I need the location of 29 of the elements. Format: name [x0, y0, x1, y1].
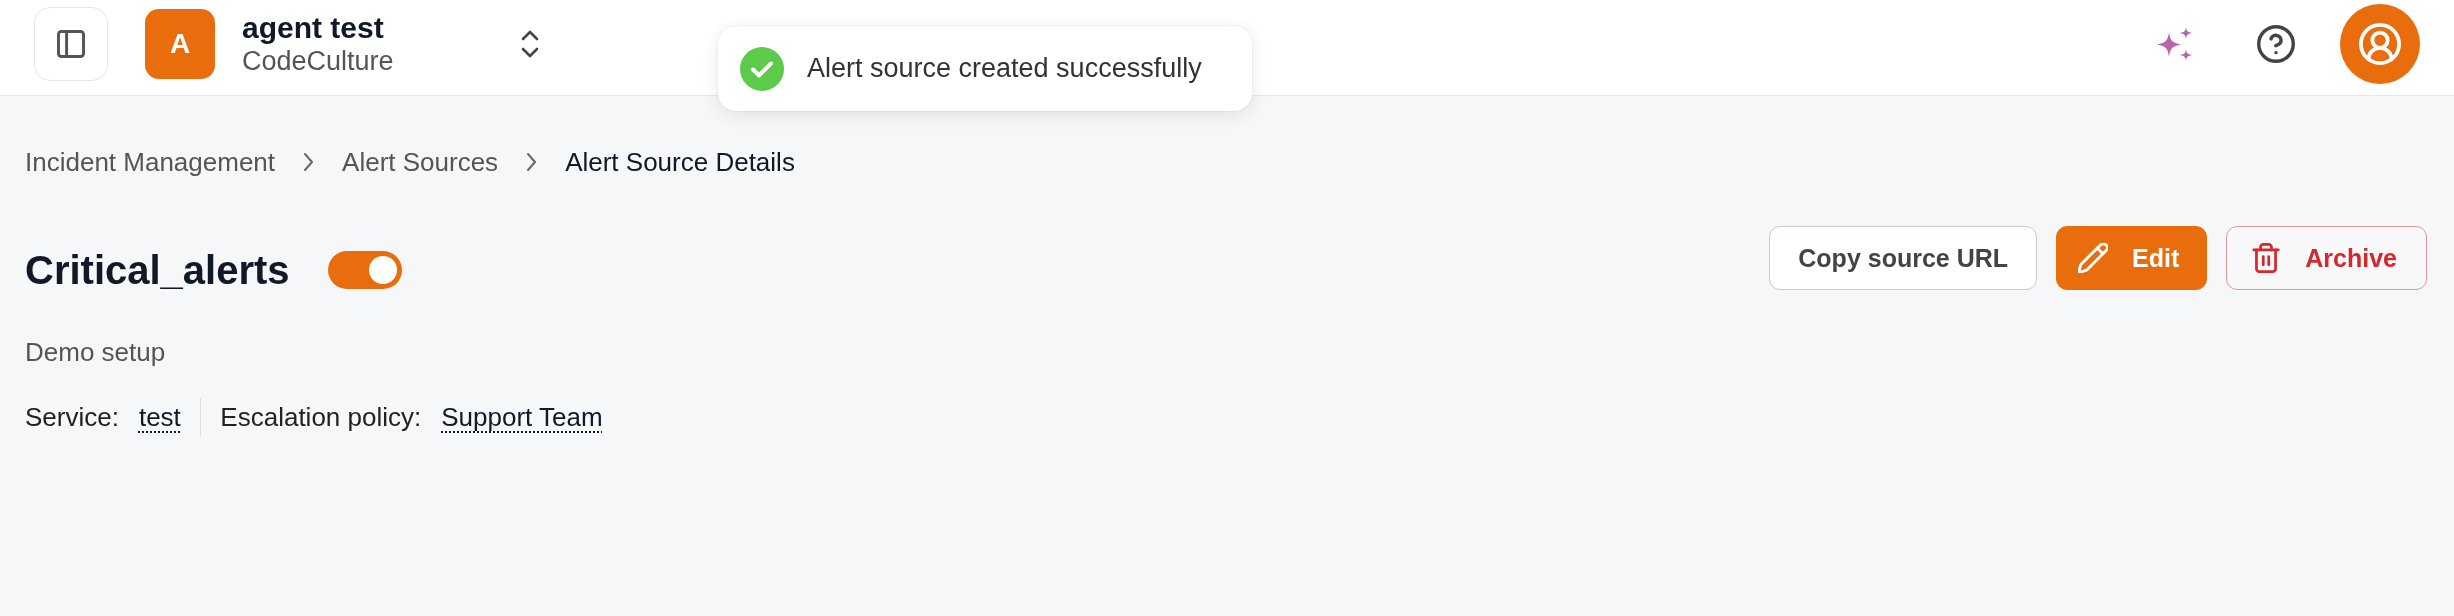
breadcrumb-current: Alert Source Details	[565, 146, 795, 178]
meta-value-link[interactable]: test	[138, 401, 181, 433]
meta-label: Service:	[25, 401, 119, 433]
success-check-icon	[740, 46, 784, 91]
enable-toggle[interactable]	[327, 251, 402, 289]
user-circle-icon	[2359, 22, 2401, 65]
description-text: Demo setup	[25, 336, 167, 368]
toast-message: Alert source created successfully	[807, 53, 1202, 84]
sidebar-panel-icon	[57, 29, 85, 58]
workspace-avatar: A	[145, 8, 215, 79]
copy-url-button[interactable]: Copy source URL	[1769, 226, 2038, 290]
breadcrumb-link[interactable]: Incident Management	[25, 146, 276, 178]
meta-label: Escalation policy:	[220, 401, 422, 433]
help-icon	[2257, 24, 2295, 63]
chevron-up-down-icon[interactable]	[521, 28, 539, 59]
breadcrumb-link[interactable]: Alert Sources	[342, 146, 499, 178]
organization-name: CodeCulture	[242, 45, 394, 76]
page-title: Critical_alerts	[25, 247, 290, 294]
sparkle-icon	[2157, 26, 2193, 61]
trash-icon	[2251, 243, 2282, 273]
workspace-name: agent test	[242, 11, 384, 44]
chevron-right-icon	[526, 152, 538, 172]
ai-assistant-button[interactable]	[2157, 26, 2193, 61]
meta-value-link[interactable]: Support Team	[441, 401, 603, 433]
archive-button[interactable]: Archive	[2226, 226, 2427, 290]
sidebar-toggle-button[interactable]	[34, 6, 108, 81]
help-button[interactable]	[2257, 24, 2295, 63]
pencil-icon	[2078, 243, 2109, 273]
chevron-right-icon	[303, 152, 315, 172]
